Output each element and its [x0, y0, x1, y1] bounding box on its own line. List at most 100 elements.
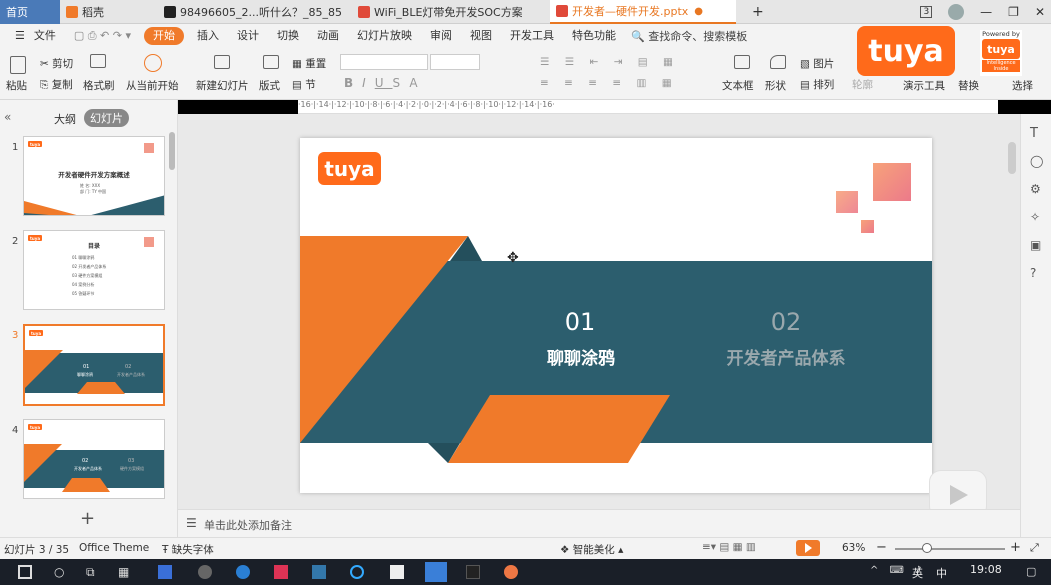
- missing-font-indicator[interactable]: Ŧ 缺失字体: [162, 542, 214, 557]
- shape-format-icon[interactable]: ◯: [1030, 154, 1043, 168]
- window-counter[interactable]: 3: [920, 6, 933, 18]
- menu-view[interactable]: 视图: [461, 24, 501, 48]
- menu-file[interactable]: 文件: [34, 24, 65, 48]
- smart-beautify-button[interactable]: ❖ 智能美化 ▴: [560, 542, 623, 557]
- browser-icon[interactable]: [236, 565, 250, 579]
- slide-thumbnail-4[interactable]: tuya 02 开发者产品体系 03 硬件方案模组: [23, 419, 165, 499]
- app-icon[interactable]: [274, 565, 288, 579]
- paste-icon[interactable]: [10, 56, 26, 74]
- tab-home[interactable]: 首页: [0, 0, 60, 24]
- slide-thumbnail-1[interactable]: tuya 开发者硬件开发方案概述 姓 名: XXX 部 门: TY 中国: [23, 136, 165, 216]
- font-color-button[interactable]: A: [409, 76, 426, 90]
- start-icon[interactable]: [18, 565, 32, 579]
- outline-button[interactable]: 轮廓: [852, 77, 873, 92]
- menu-developer[interactable]: 开发工具: [501, 24, 563, 48]
- slide-layout-icon[interactable]: ▣: [1030, 238, 1041, 252]
- collapse-panel-button[interactable]: «: [4, 110, 11, 124]
- menu-insert[interactable]: 插入: [188, 24, 228, 48]
- select-button[interactable]: 选择: [1012, 78, 1033, 93]
- slides-tab[interactable]: 幻灯片: [84, 109, 129, 127]
- tab-developer-hardware[interactable]: 开发者—硬件开发.pptx ●: [550, 0, 736, 24]
- wps-active-icon[interactable]: [425, 562, 447, 582]
- presentation-tools-button[interactable]: 演示工具: [903, 78, 945, 93]
- new-tab-button[interactable]: +: [746, 0, 766, 24]
- ime-mode[interactable]: 中: [936, 565, 947, 581]
- add-slide-button[interactable]: +: [80, 508, 95, 529]
- underline-button[interactable]: U: [375, 76, 393, 90]
- task-view-icon[interactable]: ⧉: [86, 565, 95, 580]
- zoom-slider-handle[interactable]: [922, 543, 932, 553]
- font-family-select[interactable]: [340, 54, 428, 70]
- menu-slideshow[interactable]: 幻灯片放映: [348, 24, 421, 48]
- current-slide[interactable]: tuya 01 聊聊涂鸦 02 开发者产品体系 ✥: [300, 138, 932, 493]
- view-buttons[interactable]: ≡▾ ▤ ▦ ▥: [702, 541, 756, 553]
- paragraph-tools-row1[interactable]: ☰ ☰ ⇤ ⇥ ▤ ▦: [540, 56, 679, 68]
- chrome-icon[interactable]: [504, 565, 518, 579]
- slide-thumbnail-3[interactable]: tuya 01 聊聊涂鸦 02 开发者产品体系: [23, 324, 165, 406]
- textbox-button[interactable]: 文本框: [722, 78, 754, 93]
- format-painter-button[interactable]: 格式刷: [83, 78, 115, 93]
- slide-thumbnail-2[interactable]: tuya 目录 01 聊聊涂鸦 02 开发者产品体系 03 硬件方案模组 04 …: [23, 230, 165, 310]
- zoom-level[interactable]: 63%: [842, 542, 865, 554]
- outline-tab[interactable]: 大纲: [54, 111, 76, 127]
- notes-area[interactable]: ☰ 单击此处添加备注: [178, 509, 1020, 537]
- menu-features[interactable]: 特色功能: [563, 24, 625, 48]
- tab-docer[interactable]: 稻壳: [60, 0, 155, 24]
- paragraph-tools-row2[interactable]: ≡ ≡ ≡ ≡ ▥ ▦: [540, 77, 678, 89]
- new-slide-button[interactable]: 新建幻灯片: [196, 78, 249, 93]
- close-icon[interactable]: ●: [694, 6, 703, 17]
- zoom-slider[interactable]: [895, 548, 1005, 550]
- app-icon[interactable]: [466, 565, 480, 579]
- help-icon[interactable]: ?: [1030, 266, 1036, 280]
- play-from-current-button[interactable]: 从当前开始: [126, 78, 179, 93]
- app-icon[interactable]: [198, 565, 212, 579]
- copy-button[interactable]: ⎘ 复制: [40, 77, 73, 92]
- hamburger-icon[interactable]: ☰: [6, 24, 34, 48]
- quick-access-icons[interactable]: ▢ ⎙ ↶ ↷ ▾: [65, 24, 140, 48]
- settings-sliders-icon[interactable]: ⚙: [1030, 182, 1041, 196]
- menu-design[interactable]: 设计: [228, 24, 268, 48]
- text-format-icon[interactable]: T: [1030, 126, 1038, 141]
- menu-animation[interactable]: 动画: [308, 24, 348, 48]
- search-icon[interactable]: ○: [54, 565, 64, 579]
- replace-button[interactable]: 替换: [958, 78, 979, 93]
- bold-button[interactable]: B: [344, 76, 362, 90]
- theme-name[interactable]: Office Theme: [79, 542, 149, 554]
- menu-review[interactable]: 审阅: [421, 24, 461, 48]
- tuya-wordmark: tuya: [868, 33, 944, 69]
- panel-scrollbar[interactable]: [169, 132, 175, 170]
- reset-button[interactable]: ▦ 重置: [292, 56, 326, 71]
- paste-button[interactable]: 粘贴: [6, 78, 27, 93]
- font-size-select[interactable]: [430, 54, 480, 70]
- animation-icon[interactable]: ✧: [1030, 210, 1040, 224]
- arrange-button[interactable]: ▤ 排列: [800, 77, 834, 92]
- notification-icon[interactable]: ▢: [1026, 565, 1036, 578]
- menu-start[interactable]: 开始: [144, 27, 185, 45]
- menu-transition[interactable]: 切换: [268, 24, 308, 48]
- avatar[interactable]: [948, 4, 965, 20]
- italic-button[interactable]: I: [362, 76, 375, 90]
- editor-scrollbar[interactable]: [1008, 142, 1016, 174]
- app-icon[interactable]: [350, 565, 364, 579]
- picture-button[interactable]: ▧ 图片: [800, 56, 834, 71]
- app-icon[interactable]: [390, 565, 404, 579]
- cut-button[interactable]: ✂ 剪切: [40, 56, 73, 71]
- section-button[interactable]: ▤ 节: [292, 77, 316, 92]
- close-button[interactable]: ✕: [1035, 5, 1045, 19]
- app-icon[interactable]: ▦: [118, 565, 129, 579]
- restore-button[interactable]: ❐: [1008, 5, 1019, 19]
- fit-window-icon[interactable]: ⤢: [1030, 541, 1039, 555]
- zoom-out-button[interactable]: −: [876, 540, 887, 555]
- ime-indicator[interactable]: 英: [912, 565, 923, 581]
- app-icon[interactable]: [312, 565, 326, 579]
- app-icon[interactable]: [158, 565, 172, 579]
- layout-button[interactable]: 版式: [259, 78, 280, 93]
- minimize-button[interactable]: —: [980, 5, 992, 19]
- command-search[interactable]: 🔍 查找命令、搜索模板: [631, 28, 747, 44]
- tab-label: 稻壳: [82, 6, 104, 19]
- shape-button[interactable]: 形状: [765, 78, 786, 93]
- tab-doc-98496605[interactable]: 98496605_2...听什么？_85_85 ○: [158, 0, 343, 24]
- zoom-in-button[interactable]: +: [1010, 540, 1021, 555]
- strike-button[interactable]: S: [393, 76, 410, 90]
- tab-wifi-ble[interactable]: WiFi_BLE灯带免开发SOC方案 ○: [352, 0, 522, 24]
